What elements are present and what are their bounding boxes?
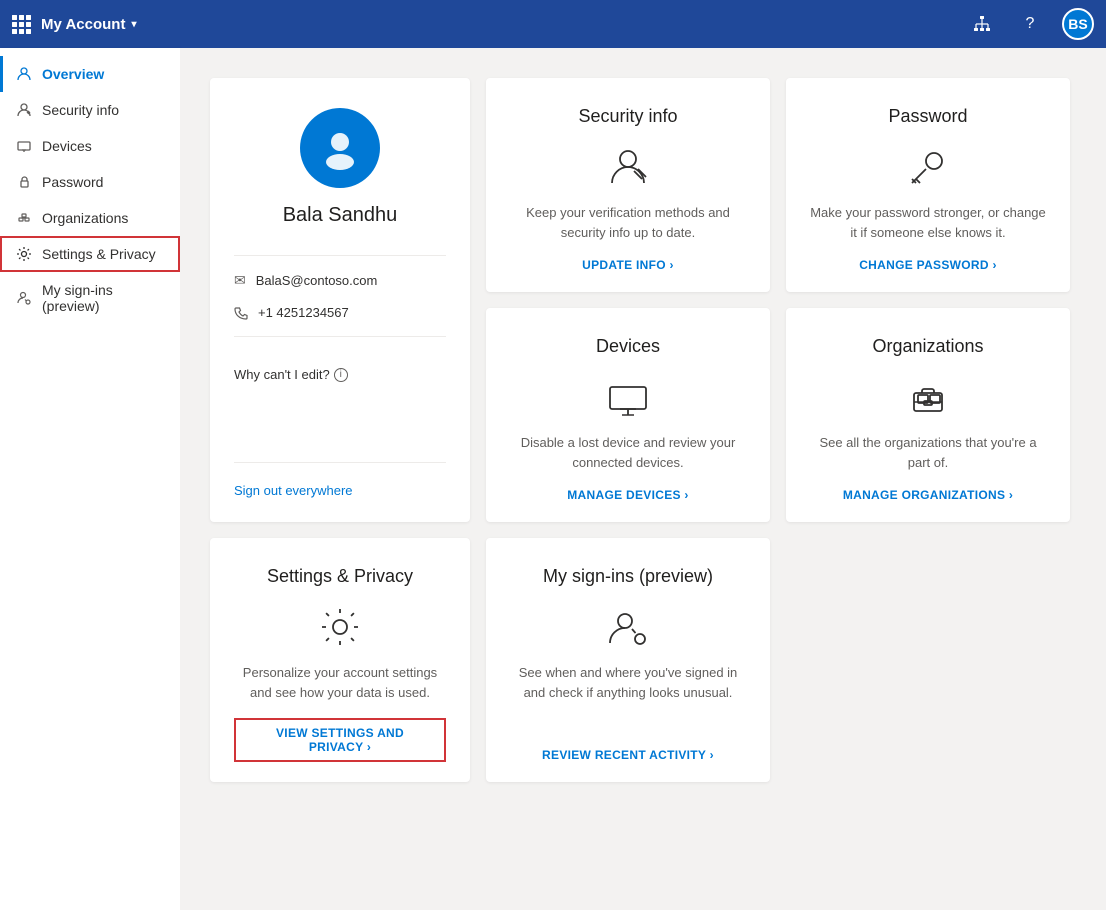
help-circle-icon: i [334, 368, 348, 382]
my-signins-link[interactable]: REVIEW RECENT ACTIVITY › [542, 748, 714, 762]
sidebar-item-devices[interactable]: Devices [0, 128, 180, 164]
sidebar-item-organizations[interactable]: Organizations [0, 200, 180, 236]
organizations-description: See all the organizations that you're a … [810, 433, 1046, 472]
profile-avatar [300, 108, 380, 188]
signins-icon [16, 290, 32, 306]
devices-title: Devices [596, 336, 660, 357]
my-signins-title: My sign-ins (preview) [543, 566, 713, 587]
email-icon: ✉ [234, 272, 246, 289]
my-signins-description: See when and where you've signed in and … [510, 663, 746, 732]
password-icon [16, 174, 32, 190]
topbar-left: My Account ▾ [12, 15, 136, 34]
sidebar-settings-label: Settings & Privacy [42, 246, 156, 262]
topbar: My Account ▾ ? BS [0, 0, 1106, 48]
profile-divider-top [234, 255, 446, 256]
overview-icon [16, 66, 32, 82]
help-button[interactable]: ? [1014, 8, 1046, 40]
organizations-icon-display [904, 373, 952, 421]
profile-card: Bala Sandhu ✉ BalaS@contoso.com +1 42512… [210, 78, 470, 522]
main-content: Bala Sandhu ✉ BalaS@contoso.com +1 42512… [180, 48, 1106, 910]
topbar-title[interactable]: My Account ▾ [41, 16, 136, 33]
security-info-card: Security info Keep your verification met… [486, 78, 770, 292]
devices-card: Devices Disable a lost device and review… [486, 308, 770, 522]
sidebar-organizations-label: Organizations [42, 210, 128, 226]
profile-email-row: ✉ BalaS@contoso.com [234, 264, 446, 297]
devices-icon [16, 138, 32, 154]
password-title: Password [888, 106, 967, 127]
app-name-label: My Account [41, 16, 125, 33]
sign-out-link[interactable]: Sign out everywhere [234, 483, 353, 498]
security-info-description: Keep your verification methods and secur… [510, 203, 746, 242]
phone-icon [234, 306, 248, 320]
sidebar-devices-label: Devices [42, 138, 92, 154]
organizations-card: Organizations See all the organizations … [786, 308, 1070, 522]
settings-privacy-link-text: VIEW SETTINGS AND PRIVACY › [248, 726, 432, 754]
password-description: Make your password stronger, or change i… [810, 203, 1046, 242]
why-edit-row[interactable]: Why can't I edit? i [234, 367, 446, 382]
security-info-icon [604, 143, 652, 191]
settings-privacy-title: Settings & Privacy [267, 566, 413, 587]
profile-divider-mid [234, 336, 446, 337]
organizations-icon [16, 210, 32, 226]
app-launcher-icon[interactable] [12, 15, 31, 34]
password-card: Password Make your password stronger, or… [786, 78, 1070, 292]
password-icon-display [904, 143, 952, 191]
security-info-link[interactable]: UPDATE INFO › [582, 258, 674, 272]
settings-privacy-description: Personalize your account settings and se… [234, 663, 446, 702]
topbar-right: ? BS [966, 8, 1094, 40]
user-avatar-button[interactable]: BS [1062, 8, 1094, 40]
profile-name: Bala Sandhu [283, 204, 398, 227]
organizations-title: Organizations [872, 336, 983, 357]
organizations-link[interactable]: MANAGE ORGANIZATIONS › [843, 488, 1013, 502]
profile-email: BalaS@contoso.com [256, 273, 378, 288]
settings-icon [16, 246, 32, 262]
sidebar-item-password[interactable]: Password [0, 164, 180, 200]
sidebar-item-my-signins[interactable]: My sign-ins (preview) [0, 272, 180, 324]
sidebar-item-settings-privacy[interactable]: Settings & Privacy [0, 236, 180, 272]
settings-privacy-link-btn[interactable]: VIEW SETTINGS AND PRIVACY › [234, 718, 446, 762]
devices-description: Disable a lost device and review your co… [510, 433, 746, 472]
org-topology-button[interactable] [966, 8, 998, 40]
sidebar-item-security-info[interactable]: Security info [0, 92, 180, 128]
profile-divider-bot [234, 462, 446, 463]
sidebar-signins-label: My sign-ins (preview) [42, 282, 164, 314]
profile-phone-row: +1 4251234567 [234, 297, 446, 328]
sidebar-overview-label: Overview [42, 66, 104, 82]
sidebar-item-overview[interactable]: Overview [0, 56, 180, 92]
title-chevron-icon: ▾ [131, 19, 136, 30]
my-signins-card: My sign-ins (preview) See when and where… [486, 538, 770, 782]
my-signins-icon-display [604, 603, 652, 651]
sidebar-security-label: Security info [42, 102, 119, 118]
sidebar: Overview Security info [0, 48, 180, 910]
devices-icon-display [604, 373, 652, 421]
profile-phone: +1 4251234567 [258, 305, 349, 320]
sidebar-password-label: Password [42, 174, 103, 190]
security-info-title: Security info [578, 106, 677, 127]
settings-privacy-card: Settings & Privacy Personalize your acco… [210, 538, 470, 782]
settings-privacy-icon-display [316, 603, 364, 651]
why-edit-text: Why can't I edit? [234, 367, 330, 382]
cards-grid: Bala Sandhu ✉ BalaS@contoso.com +1 42512… [210, 78, 1070, 782]
page-layout: Overview Security info [0, 48, 1106, 910]
security-icon [16, 102, 32, 118]
password-link[interactable]: CHANGE PASSWORD › [859, 258, 997, 272]
devices-link[interactable]: MANAGE DEVICES › [567, 488, 688, 502]
